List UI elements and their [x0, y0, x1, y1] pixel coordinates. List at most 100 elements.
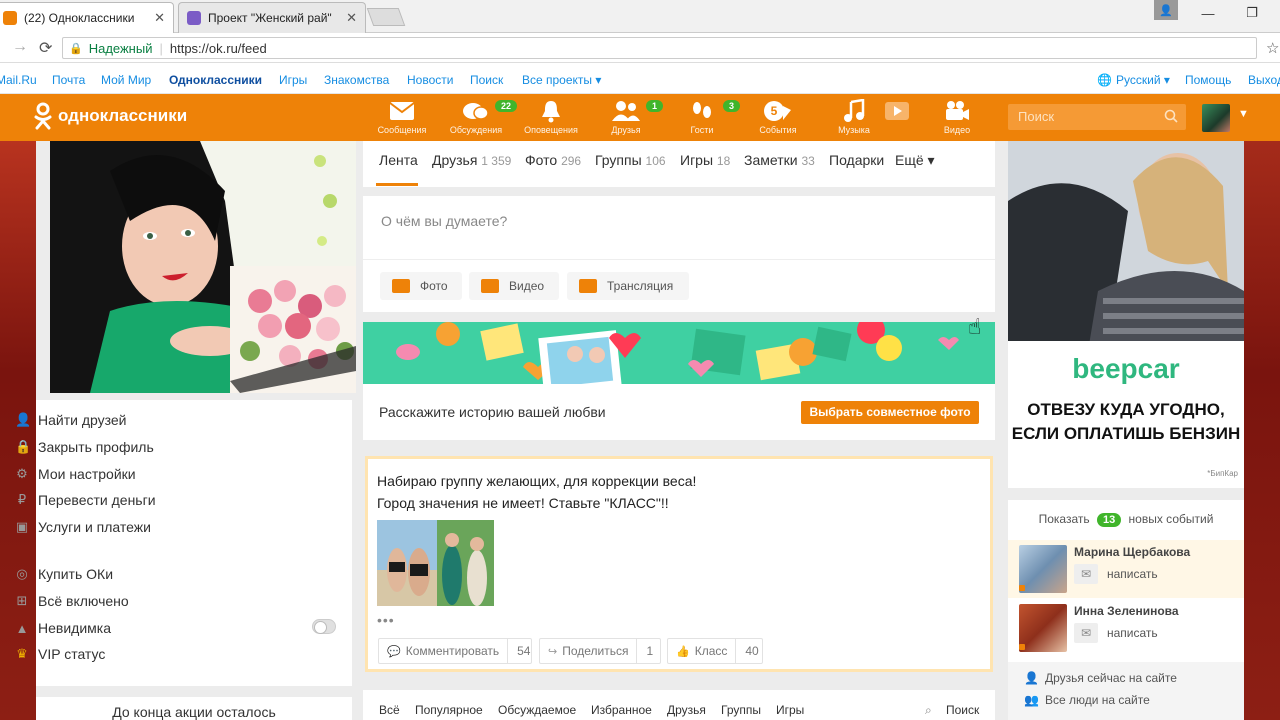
browser-profile-icon[interactable]: 👤: [1154, 0, 1178, 20]
nav-video[interactable]: Видео: [924, 99, 990, 135]
ad-slogan: ОТВЕЗУ КУДА УГОДНО, ЕСЛИ ОПЛАТИШЬ БЕНЗИН: [1008, 398, 1244, 446]
filter-friends[interactable]: Друзья: [667, 703, 706, 717]
filter-all[interactable]: Всё: [379, 703, 400, 717]
menu-all-included[interactable]: ⊞ Всё включено: [15, 593, 129, 609]
menu-vip[interactable]: ♛ VIP статус: [15, 646, 105, 662]
friend-row[interactable]: Инна Зеленинова ✉ написать: [1008, 599, 1244, 657]
friend-name[interactable]: Инна Зеленинова: [1074, 604, 1179, 618]
browser-tab-project[interactable]: Проект "Женский рай" ✕: [178, 2, 366, 33]
beepcar-ad[interactable]: beepcar ОТВЕЗУ КУДА УГОДНО, ЕСЛИ ОПЛАТИШ…: [1008, 141, 1244, 488]
composer-placeholder[interactable]: О чём вы думаете?: [381, 213, 507, 229]
browser-tab-ok[interactable]: (22) Одноклассники ✕: [0, 2, 174, 33]
tab-friends[interactable]: Друзья 1 359: [432, 152, 511, 168]
menu-invisible[interactable]: ▲ Невидимка: [15, 620, 111, 636]
url-text: https://ok.ru/feed: [169, 40, 267, 56]
composer-stream-button[interactable]: Трансляция: [567, 272, 689, 300]
comment-label: Комментировать: [405, 644, 500, 658]
friend-name[interactable]: Марина Щербакова: [1074, 545, 1190, 559]
menu-transfer-money[interactable]: ₽ Перевести деньги: [15, 492, 156, 508]
portal-link-mail[interactable]: Почта: [52, 73, 85, 87]
link-label: Друзья сейчас на сайте: [1044, 671, 1177, 685]
new-tab-button[interactable]: [366, 8, 406, 26]
composer-photo-button[interactable]: Фото: [380, 272, 462, 300]
nav-events[interactable]: 5 События: [745, 99, 811, 135]
post-photo[interactable]: [377, 520, 494, 606]
nav-notifications[interactable]: Оповещения: [518, 99, 584, 135]
menu-buy-oki[interactable]: ◎ Купить ОКи: [15, 566, 113, 582]
tab-more[interactable]: Ещё ▾: [895, 152, 935, 169]
portal-link-ok[interactable]: Одноклассники: [169, 73, 262, 87]
portal-link-all-projects[interactable]: Все проекты ▾: [522, 73, 601, 87]
button-label: Видео: [509, 279, 545, 293]
toolbar-search-input[interactable]: Поиск: [1008, 104, 1186, 130]
logout-link[interactable]: Выход: [1248, 73, 1280, 87]
tab-notes[interactable]: Заметки 33: [744, 152, 815, 168]
tab-feed[interactable]: Лента: [379, 152, 418, 168]
filter-games[interactable]: Игры: [776, 703, 804, 717]
close-tab-icon[interactable]: ✕: [346, 10, 357, 26]
portal-link-games[interactable]: Игры: [279, 73, 307, 87]
tab-photos[interactable]: Фото 296: [525, 152, 581, 168]
menu-settings[interactable]: ⚙ Мои настройки: [15, 466, 135, 482]
ok-logo[interactable]: одноклассники: [34, 102, 187, 130]
nav-discussions[interactable]: Обсуждения 22: [443, 99, 518, 135]
composer-video-button[interactable]: Видео: [469, 272, 559, 300]
friends-online-link[interactable]: 👤 Друзья сейчас на сайте: [1024, 671, 1177, 685]
search-icon[interactable]: [1164, 109, 1178, 126]
link-label: Все люди на сайте: [1044, 693, 1150, 707]
friend-row[interactable]: Марина Щербакова ✉ написать: [1008, 540, 1244, 598]
friend-avatar[interactable]: [1019, 545, 1067, 593]
promo-countdown: До конца акции осталось: [36, 697, 352, 720]
portal-link-mailru[interactable]: Mail.Ru: [0, 73, 37, 87]
menu-payments[interactable]: ▣ Услуги и платежи: [15, 519, 151, 535]
write-message-button[interactable]: ✉ написать: [1074, 564, 1158, 584]
maximize-icon[interactable]: ❐: [1232, 0, 1272, 26]
url-field[interactable]: 🔒 Надежный | https://ok.ru/feed: [62, 37, 1257, 59]
filter-favorites[interactable]: Избранное: [591, 703, 652, 717]
share-button[interactable]: ↪ Поделиться 1: [539, 638, 661, 664]
forward-arrow-icon[interactable]: →: [12, 38, 28, 56]
chevron-down-icon[interactable]: ▼: [1238, 108, 1249, 120]
search-icon[interactable]: ⌕: [925, 703, 932, 718]
all-people-online-link[interactable]: 👥 Все люди на сайте: [1024, 693, 1150, 707]
minimize-icon[interactable]: —: [1188, 0, 1228, 26]
friend-avatar[interactable]: [1019, 604, 1067, 652]
browser-tab-title: (22) Одноклассники: [24, 11, 135, 25]
language-select[interactable]: Русский ▾: [1116, 73, 1170, 87]
nav-play[interactable]: [867, 99, 927, 123]
comment-button[interactable]: 💬 Комментировать 54: [378, 638, 532, 664]
portal-link-news[interactable]: Новости: [407, 73, 453, 87]
tab-gifts[interactable]: Подарки: [829, 152, 884, 168]
menu-label: Найти друзей: [38, 412, 127, 428]
post-more-icon[interactable]: •••: [377, 612, 395, 628]
tab-games[interactable]: Игры 18: [680, 152, 730, 168]
profile-photo[interactable]: [50, 141, 356, 393]
user-avatar[interactable]: [1202, 104, 1230, 132]
love-story-banner[interactable]: [363, 322, 995, 384]
menu-label: Всё включено: [38, 593, 129, 609]
filter-search[interactable]: Поиск: [946, 703, 979, 717]
post-line: Набираю группу желающих, для коррекции в…: [377, 473, 697, 489]
tab-groups[interactable]: Группы 106: [595, 152, 666, 168]
invisible-toggle[interactable]: [312, 619, 336, 634]
portal-link-mymir[interactable]: Мой Мир: [101, 73, 151, 87]
portal-link-dating[interactable]: Знакомства: [324, 73, 389, 87]
menu-find-friends[interactable]: 👤 Найти друзей: [15, 412, 127, 428]
write-message-button[interactable]: ✉ написать: [1074, 623, 1158, 643]
bookmark-star-icon[interactable]: ☆: [1266, 39, 1279, 57]
help-link[interactable]: Помощь: [1185, 73, 1231, 87]
nav-messages[interactable]: Сообщения: [369, 99, 435, 135]
show-new-events[interactable]: Показать 13 новых событий: [1008, 512, 1244, 527]
portal-link-search[interactable]: Поиск: [470, 73, 503, 87]
nav-friends[interactable]: Друзья 1: [593, 99, 664, 135]
choose-joint-photo-button[interactable]: Выбрать совместное фото: [801, 401, 979, 424]
like-button[interactable]: 👍 Класс 40: [667, 638, 763, 664]
filter-popular[interactable]: Популярное: [415, 703, 483, 717]
filter-discussed[interactable]: Обсуждаемое: [498, 703, 576, 717]
profile-photo-image: [50, 141, 356, 393]
filter-groups[interactable]: Группы: [721, 703, 761, 717]
reload-icon[interactable]: ⟳: [39, 38, 52, 58]
nav-guests[interactable]: Гости 3: [669, 99, 741, 135]
close-tab-icon[interactable]: ✕: [154, 10, 165, 26]
menu-close-profile[interactable]: 🔒 Закрыть профиль: [15, 439, 154, 455]
